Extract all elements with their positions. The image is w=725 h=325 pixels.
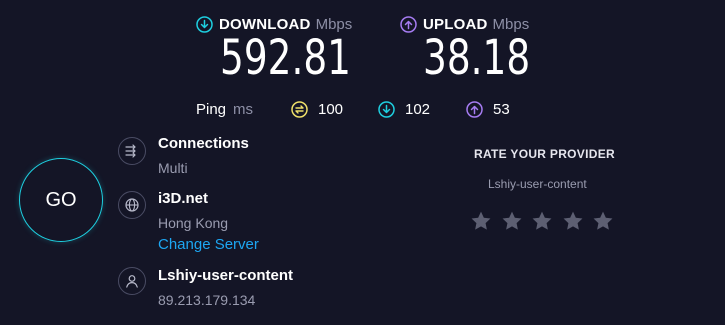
- star-icon[interactable]: [562, 210, 584, 232]
- connections-icon: [118, 137, 146, 165]
- user-ip: 89.213.179.134: [158, 292, 256, 308]
- star-icon[interactable]: [501, 210, 523, 232]
- download-value: 592.81: [220, 30, 352, 86]
- upload-value: 38.18: [423, 30, 531, 86]
- go-button[interactable]: GO: [19, 158, 103, 242]
- server-name: i3D.net: [158, 190, 209, 207]
- rate-provider-heading: RATE YOUR PROVIDER: [474, 147, 615, 161]
- server-location: Hong Kong: [158, 215, 229, 231]
- arrow-down-circle-icon: [196, 15, 213, 33]
- ping-upload-value: 53: [493, 100, 510, 118]
- change-server-link[interactable]: Change Server: [158, 236, 259, 253]
- ping-label-group: Ping ms: [196, 98, 253, 120]
- user-name: Lshiy-user-content: [158, 267, 294, 284]
- ping-upload: 53: [466, 98, 510, 120]
- globe-icon: [118, 191, 146, 219]
- ping-idle: 100: [291, 98, 343, 120]
- star-icon[interactable]: [470, 210, 492, 232]
- star-icon[interactable]: [531, 210, 553, 232]
- person-icon: [118, 267, 146, 295]
- ping-label: Ping: [196, 100, 227, 118]
- ping-unit: ms: [233, 100, 254, 118]
- arrow-up-circle-icon: [466, 100, 483, 118]
- speedtest-panel: DOWNLOAD Mbps 592.81 UPLOAD Mbps 38.18 P…: [0, 0, 725, 325]
- ping-download: 102: [378, 98, 430, 120]
- ping-download-value: 102: [405, 100, 431, 118]
- star-rating: [470, 210, 623, 232]
- arrow-up-circle-icon: [400, 15, 417, 33]
- ping-idle-value: 100: [318, 100, 344, 118]
- connections-value: Multi: [158, 160, 188, 176]
- jitter-circle-icon: [291, 100, 308, 118]
- arrow-down-circle-icon: [378, 100, 395, 118]
- star-icon[interactable]: [592, 210, 614, 232]
- provider-name: Lshiy-user-content: [488, 177, 587, 191]
- connections-title: Connections: [158, 135, 249, 152]
